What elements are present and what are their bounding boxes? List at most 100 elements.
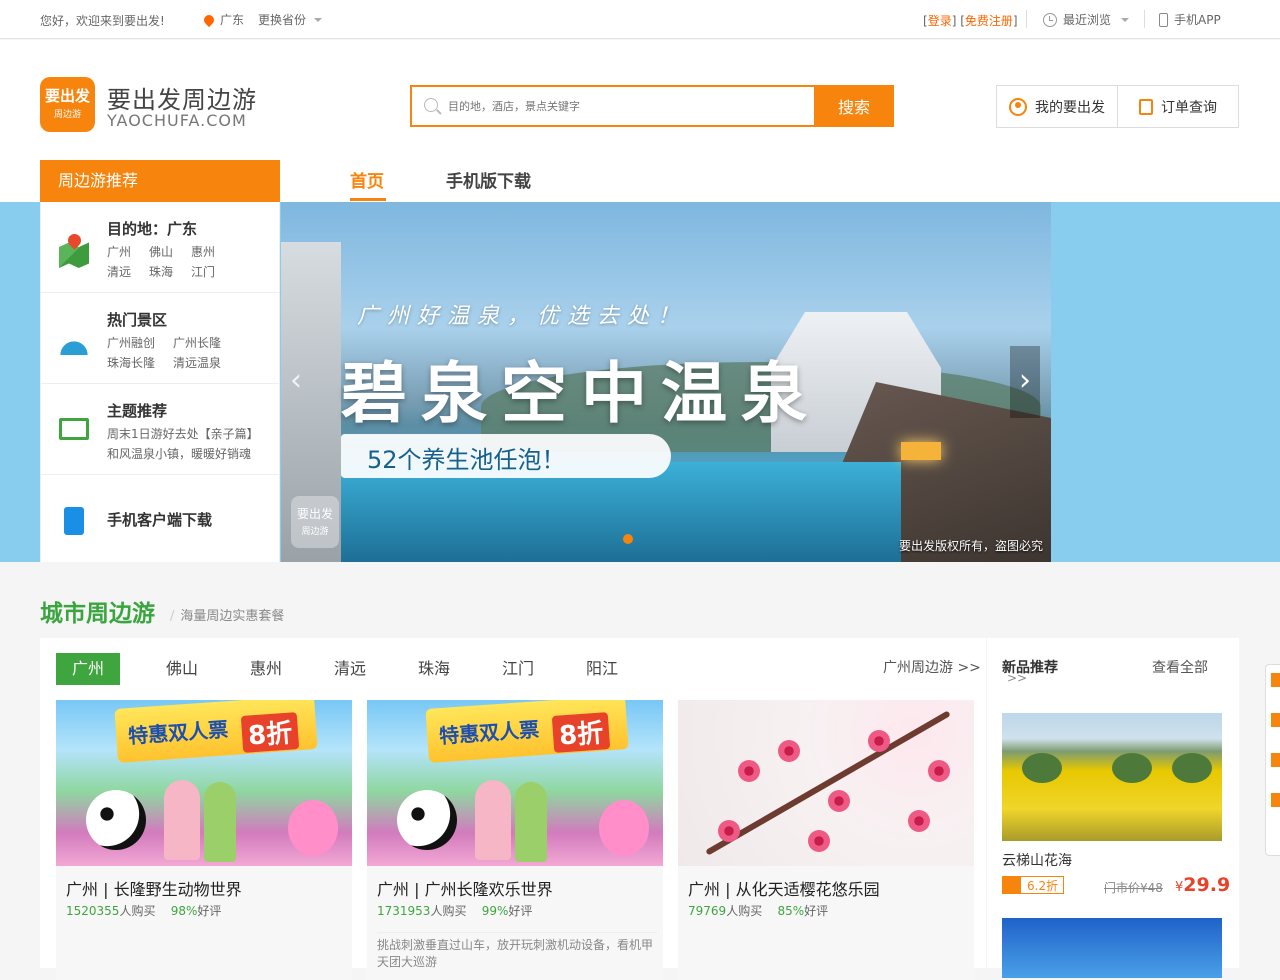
change-province-link[interactable]: 更换省份 [258, 11, 306, 28]
welcome-text: 您好，欢迎来到要出发! [40, 14, 165, 28]
side-menu-themes[interactable]: 主题推荐 周末1日游好去处【亲子篇】 和风温泉小镇，暖暖好销魂 [41, 384, 279, 475]
hero-banner[interactable]: 广州好温泉，优选去处！ 碧泉空中温泉 52个养生池任泡！ 要出发 周边游 要出发版… [281, 202, 1051, 562]
side-link[interactable]: 广州长隆 [173, 333, 221, 353]
buyer-suffix: 人购买 [726, 904, 763, 918]
rating-percent: 98% [170, 904, 198, 918]
side-link[interactable]: 惠州 [191, 242, 215, 262]
side-link[interactable]: 广州融创 [107, 333, 155, 353]
mobile-app-link[interactable]: 手机APP [1159, 11, 1221, 28]
panda-figure [397, 790, 457, 850]
side-link[interactable]: 广州 [107, 242, 131, 262]
rating-suffix: 好评 [804, 904, 829, 918]
buyer-count: 1731953 [377, 904, 431, 918]
toolbar-icon[interactable] [1271, 673, 1280, 687]
view-all-link[interactable]: 查看全部 [1152, 657, 1208, 677]
order-query-label: 订单查询 [1161, 99, 1217, 116]
side-menu-destination[interactable]: 目的地：广东 广州 佛山 惠州 清远 珠海 江门 [41, 202, 279, 293]
tag-icon [1003, 877, 1021, 893]
city-trips-panel: 广州 佛山 惠州 清远 珠海 江门 阳江 广州周边游 >> 特惠双人票 8折 广… [40, 638, 986, 980]
side-menu-title: 热门景区 [107, 311, 168, 329]
product-image: 特惠双人票 8折 [56, 700, 352, 866]
recommend-tab[interactable]: 周边游推荐 [40, 160, 280, 202]
my-account-button[interactable]: 我的要出发 [996, 85, 1118, 128]
top-bar: 您好，欢迎来到要出发! 广东 更换省份 [登录] [免费注册] 最近浏览 手机A… [0, 0, 1280, 39]
side-menu: 目的地：广东 广州 佛山 惠州 清远 珠海 江门 热门景区 广州融创 广州长隆 珠海长隆清… [40, 202, 280, 562]
tree [1172, 753, 1212, 783]
side-link[interactable]: 珠海长隆 [107, 353, 155, 373]
city-tab-foshan[interactable]: 佛山 [140, 653, 224, 685]
new-product-name[interactable]: 云梯山花海 [1002, 850, 1072, 870]
order-query-button[interactable]: 订单查询 [1117, 85, 1239, 128]
person-figure [475, 780, 511, 860]
new-products-panel: 新品推荐 查看全部 >> 云梯山花海 6.2折 门市价¥48 ¥29.9 [987, 638, 1239, 978]
section-subtitle: / 海量周边实惠套餐 [170, 609, 285, 624]
banner-watermark-logo: 要出发 周边游 [291, 496, 339, 548]
site-logo[interactable]: 要出发 周边游 [40, 77, 95, 132]
new-product-image-2[interactable] [1002, 918, 1222, 978]
mascot-figure [288, 800, 338, 856]
register-link[interactable]: 免费注册 [965, 14, 1013, 28]
side-menu-app-download[interactable]: 手机客户端下载 [41, 475, 279, 562]
recent-browse-menu[interactable]: 最近浏览 [1043, 11, 1130, 28]
city-tabs: 广州 佛山 惠州 清远 珠海 江门 阳江 [56, 653, 644, 685]
view-all-arrow[interactable]: >> [1007, 671, 1027, 685]
city-tab-zhuhai[interactable]: 珠海 [392, 653, 476, 685]
side-link[interactable]: 珠海 [149, 262, 173, 282]
search-button[interactable]: 搜索 [814, 85, 894, 127]
rating-percent: 99% [481, 904, 509, 918]
side-link[interactable]: 清远温泉 [173, 353, 221, 373]
location-pin-icon [201, 12, 217, 27]
city-tab-guangzhou[interactable]: 广州 [56, 653, 120, 685]
product-card[interactable]: 特惠双人票 8折 广州 | 长隆野生动物世界 1520355人购买 98%好评 [56, 700, 352, 980]
person-figure [515, 782, 547, 862]
search-input[interactable] [448, 95, 808, 117]
location-selector[interactable]: 广东 更换省份 [201, 11, 323, 28]
city-tab-qingyuan[interactable]: 清远 [308, 653, 392, 685]
auth-links: [登录] [免费注册] [923, 14, 1018, 28]
product-card[interactable]: 特惠双人票 8折 广州 | 广州长隆欢乐世界 1731953人购买 99%好评 … [367, 700, 663, 980]
carousel-next-button[interactable]: › [1010, 346, 1040, 418]
nav-home[interactable]: 首页 [350, 167, 384, 192]
floating-side-toolbar[interactable] [1265, 664, 1280, 856]
product-title[interactable]: 广州 | 从化天适樱花悠乐园 [688, 876, 880, 900]
city-tab-yangjiang[interactable]: 阳江 [560, 653, 644, 685]
price-value: 29.9 [1183, 874, 1231, 896]
side-menu-title: 主题推荐 [107, 402, 168, 420]
side-menu-hot-spots[interactable]: 热门景区 广州融创 广州长隆 珠海长隆 清远温泉 [41, 293, 279, 384]
carousel-dot-active[interactable] [623, 534, 633, 544]
toolbar-icon[interactable] [1271, 793, 1280, 807]
product-title[interactable]: 广州 | 长隆野生动物世界 [66, 876, 242, 900]
banner-copyright: 要出发版权所有，盗图必究 [898, 539, 1043, 553]
blossom [908, 810, 930, 832]
city-tab-jiangmen[interactable]: 江门 [476, 653, 560, 685]
watermark-text: 要出发 [296, 507, 333, 521]
side-link[interactable]: 佛山 [149, 242, 173, 262]
island-icon [59, 325, 89, 355]
carousel-prev-button[interactable]: ‹ [281, 346, 311, 418]
guangzhou-more-link[interactable]: 广州周边游 >> [883, 657, 981, 677]
nav-active-underline [350, 198, 386, 201]
city-tab-huizhou[interactable]: 惠州 [224, 653, 308, 685]
side-link[interactable]: 清远 [107, 262, 131, 282]
buyer-count: 1520355 [66, 904, 120, 918]
side-link[interactable]: 周末1日游好去处【亲子篇】 [107, 424, 259, 444]
product-image: 特惠双人票 8折 [367, 700, 663, 866]
login-link[interactable]: 登录 [928, 14, 952, 28]
blossom [868, 730, 890, 752]
promo-text: 特惠双人票 [438, 717, 540, 749]
my-account-label: 我的要出发 [1035, 99, 1105, 116]
buyer-suffix: 人购买 [119, 904, 156, 918]
divider [1144, 10, 1145, 28]
toolbar-icon[interactable] [1271, 713, 1280, 727]
nav-mobile-download[interactable]: 手机版下载 [446, 167, 531, 192]
product-title[interactable]: 广州 | 广州长隆欢乐世界 [377, 876, 553, 900]
side-link[interactable]: 江门 [191, 262, 215, 282]
new-product-image[interactable] [1002, 713, 1222, 841]
logo-text: 要出发 [44, 87, 90, 105]
toolbar-icon[interactable] [1271, 753, 1280, 767]
user-icon [1009, 97, 1027, 116]
side-link[interactable]: 和风温泉小镇，暖暖好销魂 [107, 444, 251, 464]
brand-domain: YAOCHUFA.COM [107, 111, 247, 130]
product-card[interactable]: 广州 | 从化天适樱花悠乐园 79769人购买 85%好评 [678, 700, 974, 980]
search-icon [424, 98, 438, 112]
